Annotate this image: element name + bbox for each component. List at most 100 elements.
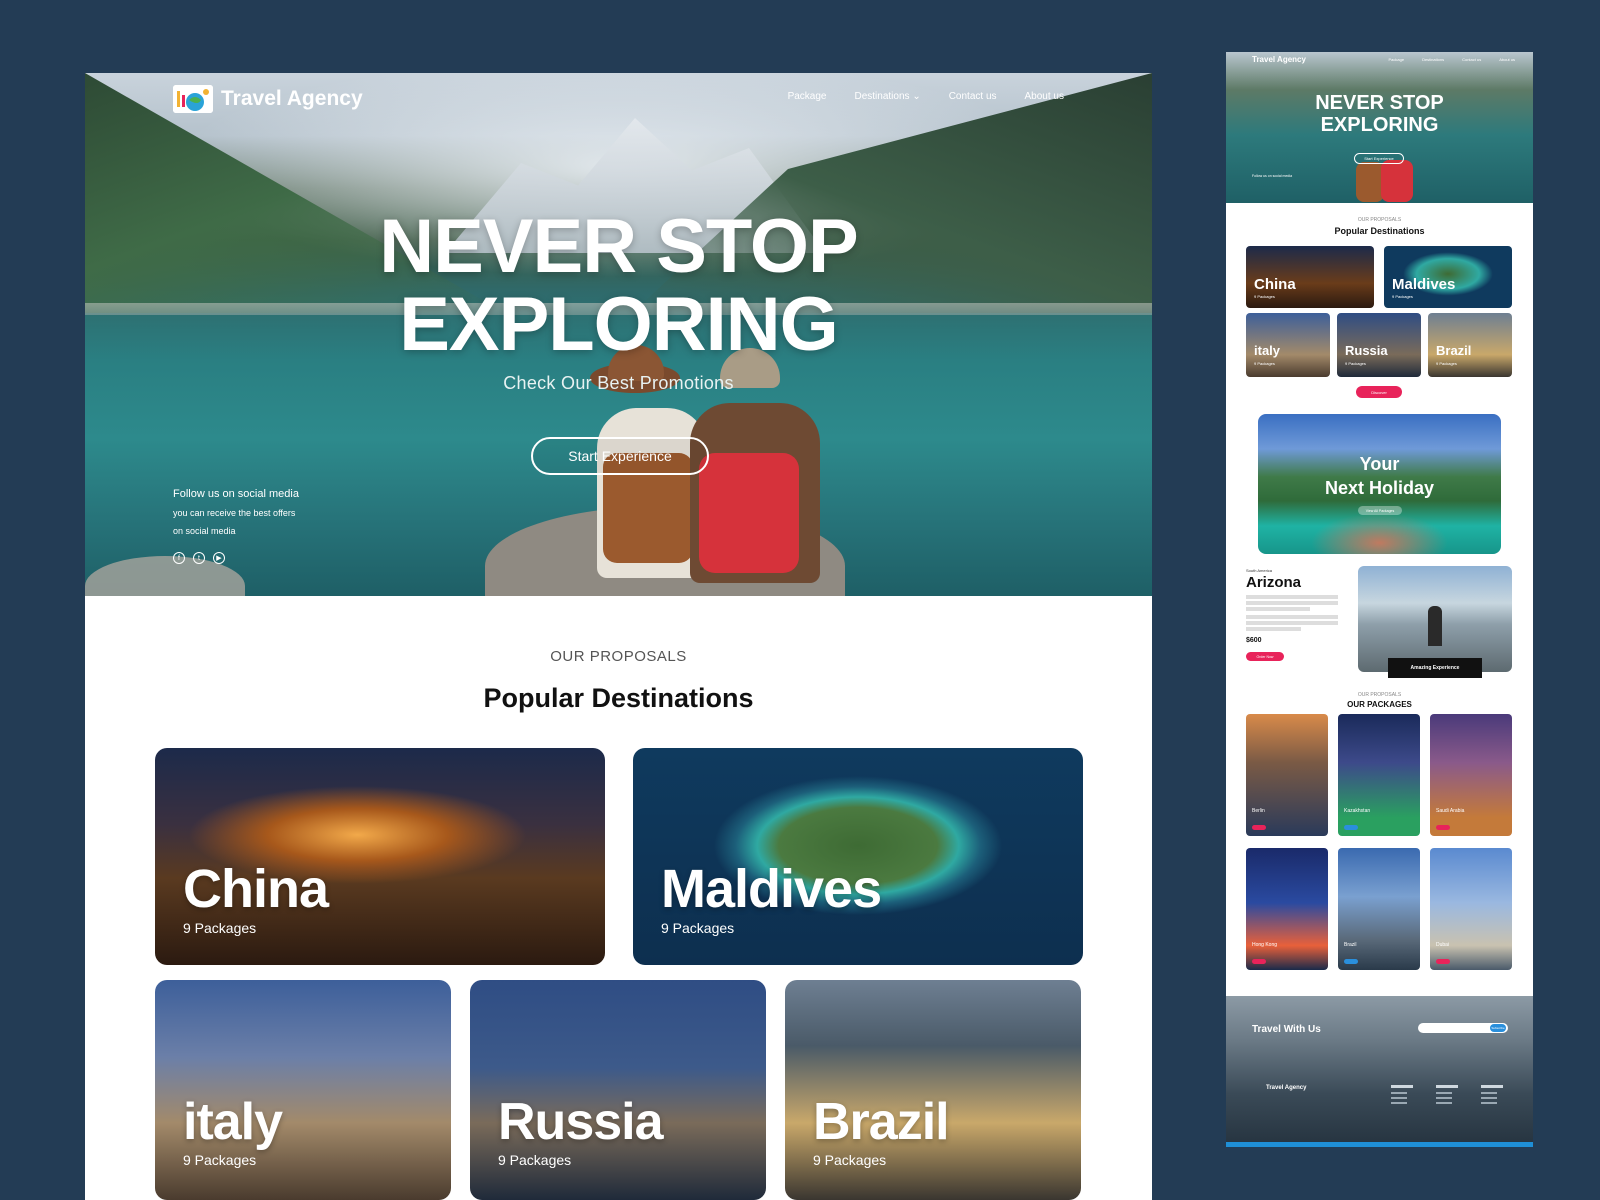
destination-name: Brazil — [813, 1093, 950, 1151]
section-title: Popular Destinations — [483, 683, 754, 713]
package-card[interactable]: Dubai — [1430, 848, 1512, 970]
discover-button[interactable]: Discover — [1356, 386, 1402, 398]
order-now-button[interactable]: Order Now — [1246, 652, 1284, 661]
twitter-icon[interactable]: t — [193, 552, 205, 564]
package-button[interactable] — [1344, 825, 1358, 830]
destination-name: italy — [183, 1093, 283, 1151]
nav-item-contact[interactable]: Contact us — [949, 91, 997, 102]
preview-nav-item[interactable]: Destinations — [1422, 57, 1444, 62]
destination-packages: 9 Packages — [1254, 361, 1275, 366]
holiday-title-line: Your — [1359, 454, 1400, 474]
destination-card-brazil[interactable]: Brazil 9 Packages — [785, 980, 1081, 1200]
destination-name: Maldives — [1392, 276, 1456, 293]
preview-nav: Package Destinations Contact us About us — [1388, 57, 1515, 62]
footer-brand: Travel Agency — [1266, 1085, 1307, 1091]
social-block: Follow us on social media you can receiv… — [173, 488, 299, 564]
hero-section: Travel Agency Package Destinations ⌄ Con… — [85, 73, 1152, 596]
backpack — [1356, 162, 1384, 202]
package-button[interactable] — [1436, 825, 1450, 830]
backpack — [699, 453, 799, 573]
preview-card-maldives[interactable]: Maldives 9 Packages — [1384, 246, 1512, 308]
hero-title: NEVER STOP EXPLORING — [85, 208, 1152, 364]
destination-name: italy — [1254, 343, 1281, 358]
preview-nav-item[interactable]: Contact us — [1462, 57, 1481, 62]
arizona-region: South America — [1246, 568, 1273, 573]
preview-social-line: Follow us on social media — [1252, 174, 1293, 178]
preview-start-button[interactable]: Start Experience — [1354, 153, 1404, 164]
destination-name: Maldives — [661, 859, 882, 919]
package-city: Saudi Arabia — [1436, 808, 1465, 814]
nav-item-label: Destinations — [854, 91, 910, 102]
next-holiday-banner[interactable]: Your Next Holiday View All Packages — [1258, 414, 1501, 554]
preview-hero: Travel Agency Package Destinations Conta… — [1226, 52, 1533, 203]
holiday-title: Your Next Holiday — [1258, 452, 1501, 500]
package-card[interactable]: Hong Kong — [1246, 848, 1328, 970]
nav-menu: Package Destinations ⌄ Contact us About … — [788, 91, 1064, 102]
preview-hero-title: NEVER STOP EXPLORING — [1226, 92, 1533, 136]
brand-logo[interactable]: Travel Agency — [173, 85, 363, 113]
preview-card-china[interactable]: China 9 Packages — [1246, 246, 1374, 308]
top-nav: Travel Agency Package Destinations ⌄ Con… — [85, 73, 1152, 133]
package-button[interactable] — [1252, 959, 1266, 964]
package-button[interactable] — [1252, 825, 1266, 830]
destination-card-maldives[interactable]: Maldives 9 Packages — [633, 748, 1083, 965]
destination-packages: 9 Packages — [813, 1152, 887, 1168]
backpack — [1381, 160, 1413, 202]
destination-name: China — [1254, 276, 1296, 293]
footer-column — [1436, 1085, 1458, 1104]
package-button[interactable] — [1436, 959, 1450, 964]
destination-packages: 9 Packages — [183, 920, 257, 936]
destination-card-italy[interactable]: italy 9 Packages — [155, 980, 451, 1200]
hero-title-line: NEVER STOP — [379, 204, 859, 289]
destination-packages: 9 Packages — [498, 1152, 572, 1168]
social-icons: f t ▶ — [173, 552, 299, 564]
start-experience-button[interactable]: Start Experience — [531, 437, 709, 475]
preview-title-line: EXPLORING — [1320, 114, 1439, 136]
arizona-title: Arizona — [1246, 574, 1302, 591]
nav-item-package[interactable]: Package — [788, 91, 827, 102]
package-city: Berlin — [1252, 808, 1265, 814]
destination-packages: 9 Packages — [183, 1152, 257, 1168]
destination-packages: 9 Packages — [661, 920, 735, 936]
package-card[interactable]: Saudi Arabia — [1430, 714, 1512, 836]
destination-name: China — [183, 859, 329, 919]
nav-item-about[interactable]: About us — [1025, 91, 1064, 102]
youtube-icon[interactable]: ▶ — [213, 552, 225, 564]
destination-card-russia[interactable]: Russia 9 Packages — [470, 980, 766, 1200]
destination-name: Russia — [1345, 343, 1388, 358]
preview-eyebrow: OUR PROPOSALS — [1357, 692, 1402, 698]
holiday-title-line: Next Holiday — [1324, 478, 1435, 498]
destination-card-china[interactable]: China 9 Packages — [155, 748, 605, 965]
fullpage-preview: Travel Agency Package Destinations Conta… — [1226, 52, 1533, 1147]
preview-section-title: Popular Destinations — [1334, 226, 1425, 236]
facebook-icon[interactable]: f — [173, 552, 185, 564]
package-card[interactable]: Berlin — [1246, 714, 1328, 836]
preview-card-brazil[interactable]: Brazil 9 Packages — [1428, 313, 1512, 377]
package-button[interactable] — [1344, 959, 1358, 964]
preview-nav-item[interactable]: About us — [1499, 57, 1515, 62]
subscribe-button[interactable]: Subscribe — [1490, 1024, 1506, 1032]
view-packages-button[interactable]: View All Packages — [1358, 506, 1402, 515]
preview-eyebrow: OUR PROPOSALS — [1357, 217, 1402, 223]
preview-card-russia[interactable]: Russia 9 Packages — [1337, 313, 1421, 377]
arizona-description — [1246, 595, 1338, 631]
arizona-image — [1358, 566, 1512, 672]
destination-packages: 9 Packages — [1254, 294, 1275, 299]
preview-nav-item[interactable]: Package — [1388, 57, 1404, 62]
nav-item-destinations[interactable]: Destinations ⌄ — [855, 91, 921, 102]
logo-icon — [173, 85, 213, 113]
destination-name: Russia — [498, 1093, 664, 1151]
package-card[interactable]: Brazil — [1338, 848, 1420, 970]
footer-column — [1391, 1085, 1413, 1104]
package-city: Dubai — [1436, 942, 1450, 948]
hero-subtitle: Check Our Best Promotions — [503, 373, 734, 393]
package-card[interactable]: Kazakhstan — [1338, 714, 1420, 836]
destination-packages: 9 Packages — [1392, 294, 1413, 299]
desktop-mockup: Travel Agency Package Destinations ⌄ Con… — [85, 73, 1152, 1200]
package-city: Brazil — [1344, 942, 1357, 948]
section-eyebrow: OUR PROPOSALS — [550, 648, 687, 665]
social-heading: Follow us on social media — [173, 488, 299, 500]
arizona-price: $600 — [1246, 637, 1262, 644]
package-city: Hong Kong — [1252, 942, 1278, 948]
preview-card-italy[interactable]: italy 9 Packages — [1246, 313, 1330, 377]
